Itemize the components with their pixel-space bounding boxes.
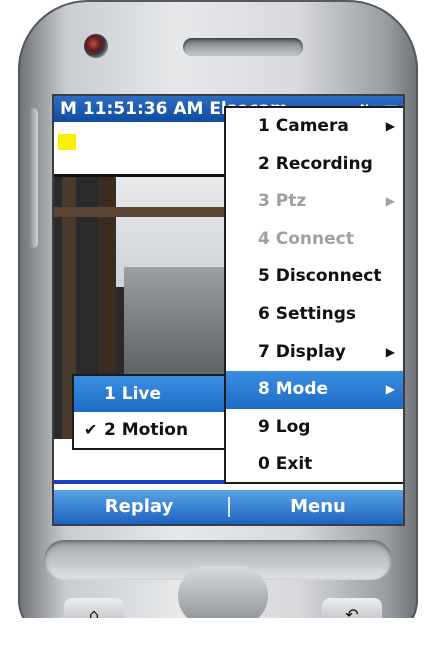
menu-item-ptz[interactable]: 3 Ptz ▶ (226, 183, 403, 221)
menu-softkey[interactable]: Menu (233, 490, 403, 524)
menu-item-display[interactable]: 7 Display ▶ (226, 334, 403, 372)
replay-softkey[interactable]: Replay (54, 490, 224, 524)
menu-item-label: 1 Camera (258, 116, 349, 136)
submenu-arrow-icon: ▶ (385, 344, 395, 359)
speaker-grille (183, 38, 303, 56)
menu-item-exit[interactable]: 0 Exit (226, 446, 403, 484)
submenu-arrow-icon: ▶ (385, 119, 395, 133)
motion-indicator (58, 134, 76, 150)
torn-edge (0, 618, 436, 670)
menu-item-label: 9 Log (258, 416, 311, 437)
softkey-separator (228, 497, 230, 517)
menu-item-label: 7 Display (258, 341, 346, 362)
submenu-arrow-icon: ▶ (385, 194, 395, 209)
menu-item-recording[interactable]: 2 Recording (226, 146, 403, 184)
check-icon: ✔ (84, 420, 98, 439)
menu-item-disconnect[interactable]: 5 Disconnect (226, 258, 403, 296)
softkey-bar: Replay Menu (54, 490, 403, 524)
menu-item-label: 5 Disconnect (258, 266, 382, 287)
phone-screen: M 11:51:36 AM Elsecam ⇅✕▼ 1 Camera ▶ 2 R… (52, 94, 405, 526)
menu-item-label: 0 Exit (258, 454, 313, 475)
submenu-item-motion[interactable]: ✔ 2 Motion (74, 412, 224, 448)
camera-lens-icon (84, 34, 108, 58)
progress-strip (54, 480, 224, 484)
menu-item-label: 3 Ptz (258, 191, 307, 212)
submenu-arrow-icon: ▶ (385, 382, 395, 397)
menu-item-label: 4 Connect (258, 228, 354, 249)
menu-item-connect[interactable]: 4 Connect (226, 221, 403, 259)
submenu-item-label: 2 Motion (104, 420, 189, 440)
menu-item-settings[interactable]: 6 Settings (226, 296, 403, 334)
menu-item-camera[interactable]: 1 Camera ▶ (226, 108, 403, 146)
menu-item-mode[interactable]: 8 Mode ▶ (226, 371, 403, 409)
context-menu: 1 Camera ▶ 2 Recording 3 Ptz ▶ 4 Connect… (224, 106, 403, 484)
mode-submenu: 1 Live ✔ 2 Motion (72, 374, 226, 450)
menu-item-label: 6 Settings (258, 303, 356, 324)
menu-item-label: 8 Mode (258, 379, 329, 400)
submenu-item-label: 1 Live (104, 384, 162, 404)
submenu-item-live[interactable]: 1 Live (74, 376, 224, 412)
side-button[interactable] (28, 108, 38, 248)
menu-item-label: 2 Recording (258, 153, 373, 174)
dpad-button[interactable] (178, 566, 268, 626)
menu-item-log[interactable]: 9 Log (226, 409, 403, 447)
